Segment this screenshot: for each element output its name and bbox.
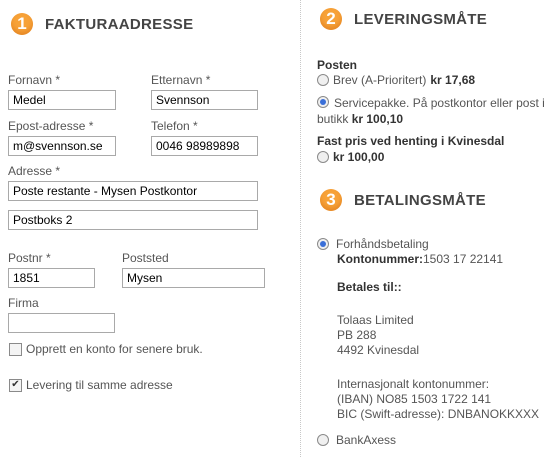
account-row: Kontonummer:1503 17 22141 — [337, 252, 503, 266]
option-service-price: kr 100,10 — [351, 112, 404, 126]
city-input[interactable] — [122, 268, 265, 288]
first-name-group: Fornavn * — [8, 73, 116, 110]
email-input[interactable] — [8, 136, 116, 156]
address-line1-input[interactable] — [8, 181, 258, 201]
intl-account-label: Internasjonalt kontonummer: — [337, 377, 490, 391]
option-brev-price: kr 17,68 — [430, 73, 476, 87]
payee-block: Tolaas Limited PB 288 4492 Kvinesdal — [337, 313, 419, 358]
step-number-3-badge: 3 — [320, 189, 342, 211]
postcode-label: Postnr * — [8, 251, 51, 265]
payment-title: BETALINGSMÅTE — [354, 191, 486, 209]
option-service-line2: butikk — [317, 112, 349, 126]
phone-label: Telefon * — [151, 119, 198, 133]
billing-header: 1 FAKTURAADRESSE — [11, 13, 193, 35]
option-bankaxess-radio[interactable] — [317, 434, 329, 446]
option-service-line1: Servicepakke. På postkontor eller post i — [334, 96, 545, 110]
city-label: Poststed — [122, 251, 169, 265]
create-account-label: Opprett en konto for senere bruk. — [26, 342, 203, 356]
option-service-line2-wrap: butikk kr 100,10 — [317, 111, 560, 127]
address-group: Adresse * — [8, 164, 258, 201]
pay-to-label: Betales til:: — [337, 280, 402, 294]
option-pickup-row[interactable]: kr 100,00 — [317, 150, 384, 164]
bic-text: BIC (Swift-adresse): DNBANOKKXXX — [337, 407, 540, 421]
address-line2-input[interactable] — [8, 210, 258, 230]
option-bankaxess-row[interactable]: BankAxess — [317, 433, 396, 447]
first-name-label: Fornavn * — [8, 73, 61, 87]
account-value: 1503 17 22141 — [423, 252, 504, 266]
option-pickup-price: kr 100,00 — [333, 150, 385, 164]
postcode-input[interactable] — [8, 268, 95, 288]
option-brev-radio[interactable] — [317, 74, 329, 86]
option-bankaxess-label: BankAxess — [336, 433, 397, 447]
billing-section: 1 FAKTURAADRESSE Fornavn * Etternavn * E… — [0, 0, 300, 457]
email-group: Epost-adresse * — [8, 119, 116, 156]
last-name-group: Etternavn * — [151, 73, 258, 110]
option-service-radio[interactable] — [317, 96, 329, 108]
company-label: Firma — [8, 296, 39, 310]
option-prepay-radio[interactable] — [317, 238, 329, 250]
option-prepay-row[interactable]: Forhåndsbetaling — [317, 237, 429, 251]
account-label: Kontonummer: — [337, 252, 423, 266]
email-label: Epost-adresse * — [8, 119, 94, 133]
same-delivery-row[interactable]: Levering til samme adresse — [9, 378, 173, 392]
same-delivery-label: Levering til samme adresse — [26, 378, 173, 392]
delivery-title: LEVERINGSMÅTE — [354, 10, 488, 28]
option-brev-label: Brev (A-Prioritert) — [333, 73, 427, 87]
option-brev-row[interactable]: Brev (A-Prioritert) kr 17,68 — [317, 73, 475, 87]
step-number-1-badge: 1 — [11, 13, 33, 35]
option-service-row[interactable]: Servicepakke. På postkontor eller post i… — [317, 95, 560, 127]
payment-header: 3 BETALINGSMÅTE — [320, 189, 486, 211]
phone-input[interactable] — [151, 136, 258, 156]
option-pickup-radio[interactable] — [317, 151, 329, 163]
last-name-label: Etternavn * — [151, 73, 211, 87]
pickup-group-title: Fast pris ved henting i Kvinesdal — [317, 134, 505, 148]
delivery-header: 2 LEVERINGSMÅTE — [320, 8, 487, 30]
last-name-input[interactable] — [151, 90, 258, 110]
posten-group-title: Posten — [317, 58, 358, 72]
iban-text: (IBAN) NO85 1503 1722 141 — [337, 392, 492, 406]
delivery-payment-section: 2 LEVERINGSMÅTE Posten Brev (A-Prioriter… — [300, 0, 560, 457]
payee-box: PB 288 — [337, 328, 377, 342]
billing-title: FAKTURAADRESSE — [45, 15, 194, 33]
payee-name: Tolaas Limited — [337, 313, 414, 327]
create-account-checkbox[interactable] — [9, 342, 22, 356]
city-group: Poststed — [122, 251, 265, 288]
first-name-input[interactable] — [8, 90, 116, 110]
create-account-row[interactable]: Opprett en konto for senere bruk. — [9, 342, 203, 356]
same-delivery-checkbox[interactable] — [9, 378, 22, 392]
step-number-2-badge: 2 — [320, 8, 342, 30]
company-group: Firma — [8, 296, 115, 333]
postcode-group: Postnr * — [8, 251, 95, 288]
option-prepay-label: Forhåndsbetaling — [336, 237, 429, 251]
company-input[interactable] — [8, 313, 115, 333]
intl-account-block: Internasjonalt kontonummer: (IBAN) NO85 … — [337, 377, 539, 422]
phone-group: Telefon * — [151, 119, 258, 156]
payee-city: 4492 Kvinesdal — [337, 343, 420, 357]
address-label: Adresse * — [8, 164, 61, 178]
